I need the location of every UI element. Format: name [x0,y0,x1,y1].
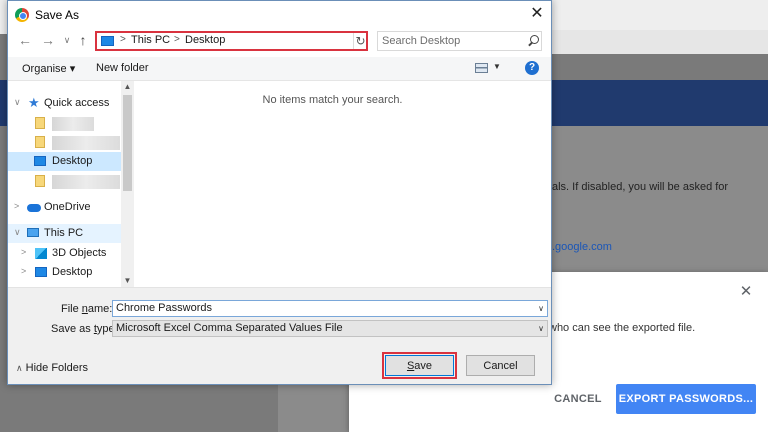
breadcrumb-this-pc[interactable]: This PC [131,34,170,46]
save-as-dialog: Save As ✕ ← → ∨ ↑ > This PC > Desktop ↻ … [7,0,552,385]
chevron-up-icon[interactable]: ∧ [16,363,23,373]
file-name-field[interactable]: Chrome Passwords ∨ [112,300,548,317]
close-icon[interactable]: ✕ [527,4,547,24]
nav-item-onedrive[interactable]: > OneDrive [8,198,121,217]
nav-item-this-pc[interactable]: ∨ This PC [8,224,121,243]
search-input[interactable] [382,34,518,48]
nav-item-3d-objects[interactable]: > 3D Objects [8,244,121,263]
save-type-value[interactable]: Microsoft Excel Comma Separated Values F… [116,322,343,334]
blurred-label [52,175,120,189]
chevron-right-icon[interactable]: > [14,201,19,211]
up-arrow-icon[interactable]: ↑ [75,32,91,48]
chevron-down-icon[interactable]: ∨ [538,324,544,333]
nav-item-label: This PC [44,227,84,239]
empty-message: No items match your search. [262,94,403,106]
save-form: File name: Chrome Passwords ∨ Save as ty… [8,287,551,338]
cloud-icon [27,204,41,212]
breadcrumb-desktop[interactable]: Desktop [185,34,225,46]
save-label: ave [414,359,433,372]
chevron-right-icon[interactable]: > [21,247,26,257]
nav-item-label: OneDrive [44,201,91,213]
nav-item-label: Quick access [44,97,110,109]
close-icon[interactable]: ✕ [738,284,754,300]
new-folder-button[interactable]: New folder [96,62,149,74]
chevron-down-icon[interactable]: ∨ [59,32,75,48]
address-bar-background [545,30,768,54]
label-text: Save as [51,323,94,335]
chrome-logo-icon [15,8,29,22]
address-breadcrumb[interactable]: > This PC > Desktop ↻ [95,31,368,51]
hide-folders-label[interactable]: Hide Folders [26,362,88,374]
scroll-up-icon[interactable]: ▲ [121,81,134,93]
dialog-title: Save As [35,8,80,22]
scrollbar-thumb[interactable] [123,95,132,191]
pc-icon [101,36,114,46]
desktop-icon [35,267,47,277]
search-icon[interactable] [526,34,540,48]
cube-icon [35,248,47,259]
save-button[interactable]: Save [382,352,457,379]
star-icon: ★ [28,95,40,110]
nav-item-quick-access[interactable]: ∨ ★ Quick access [8,94,121,113]
chevron-down-icon[interactable]: ∨ [14,227,21,238]
cancel-button[interactable]: Cancel [466,355,535,376]
dialog-footer: ∧ Hide Folders Save Cancel [8,338,551,384]
nav-item-folder[interactable] [8,172,121,191]
scroll-down-icon[interactable]: ▼ [121,275,134,287]
save-type-label: Save as type: [51,323,118,335]
navigation-pane: ∨ ★ Quick access Desktop > OneDrive ∨ Th… [8,81,134,287]
back-arrow-icon[interactable]: ← [17,32,33,48]
export-cancel-button[interactable]: CANCEL [548,385,608,413]
file-list[interactable]: No items match your search. [134,81,551,287]
chevron-down-icon[interactable]: ▼ [493,62,501,71]
nav-item-label: Desktop [52,155,93,167]
breadcrumb-separator-icon[interactable]: > [120,34,126,45]
desktop-icon [34,156,46,166]
settings-link[interactable]: .google.com [552,241,612,253]
chevron-down-icon[interactable]: ∨ [14,97,21,108]
settings-description-text: als. If disabled, you will be asked for [552,181,729,193]
forward-arrow-icon[interactable]: → [40,32,56,48]
nav-item-label: 3D Objects [52,247,107,259]
breadcrumb-separator-icon[interactable]: > [174,34,180,45]
label-text: ame: [87,303,113,315]
save-type-select[interactable]: Microsoft Excel Comma Separated Values F… [112,320,548,337]
blurred-label [52,117,94,131]
hide-folders-toggle[interactable]: ∧ Hide Folders [16,362,88,374]
nav-scrollbar[interactable]: ▲ ▼ [121,81,134,287]
command-bar: Organise ▾ New folder ▼ ? [8,57,551,81]
nav-item-desktop-pc[interactable]: > Desktop [8,263,121,282]
organise-menu[interactable]: Organise ▾ [22,62,75,75]
pc-icon [27,228,39,237]
label-text: File [61,303,82,315]
folder-icon [35,136,45,148]
nav-item-desktop[interactable]: Desktop [8,152,121,171]
view-icon[interactable] [475,63,488,73]
help-icon[interactable]: ? [525,61,539,75]
file-name-label: File name: [61,303,112,315]
refresh-icon[interactable]: ↻ [353,33,367,49]
blurred-label [52,136,120,150]
title-bar: Save As ✕ [8,1,551,28]
chevron-right-icon[interactable]: > [21,266,26,276]
export-description: who can see the exported file. [549,322,696,334]
nav-item-folder[interactable] [8,133,121,152]
export-passwords-button[interactable]: EXPORT PASSWORDS... [616,384,756,414]
nav-item-label: Desktop [52,266,93,278]
search-box[interactable] [377,31,542,51]
folder-icon [35,175,45,187]
chevron-down-icon[interactable]: ∨ [538,304,544,313]
file-name-value[interactable]: Chrome Passwords [116,302,212,314]
nav-item-folder[interactable] [8,114,121,133]
folder-icon [35,117,45,129]
